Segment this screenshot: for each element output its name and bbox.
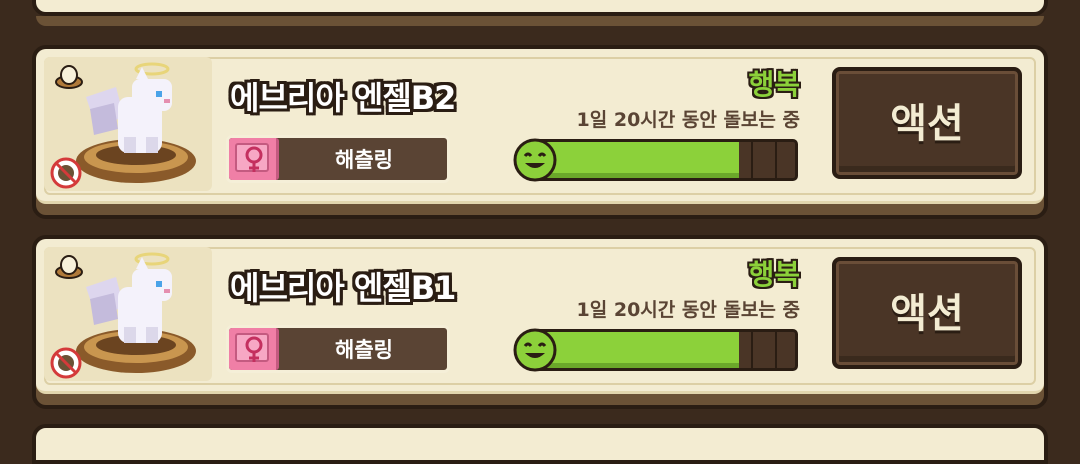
smile-icon bbox=[513, 328, 557, 372]
mood-label: 행복 bbox=[748, 68, 800, 101]
action-button-label: 액션 bbox=[890, 101, 964, 147]
pet-card: 에브리아 엔젤B1 해츨링 행복 1일 20시간 동안 돌보는 중 액션 bbox=[32, 235, 1048, 409]
action-button[interactable]: 액션 bbox=[832, 67, 1022, 179]
pet-portrait[interactable] bbox=[44, 57, 212, 191]
mood-bar-fill bbox=[529, 332, 740, 368]
female-icon bbox=[229, 328, 279, 370]
pet-portrait[interactable] bbox=[44, 247, 212, 381]
angel-pet-sprite bbox=[76, 62, 196, 183]
no-breeding-icon bbox=[50, 157, 82, 189]
growth-stage-badge: 해츨링 bbox=[226, 325, 450, 373]
egg-icon bbox=[55, 255, 83, 279]
mood-bar-tick bbox=[775, 332, 777, 368]
no-breeding-icon bbox=[50, 347, 82, 379]
growth-stage-label: 해츨링 bbox=[335, 338, 393, 362]
angel-pet-sprite bbox=[76, 252, 196, 373]
egg-icon bbox=[55, 65, 83, 89]
pet-card: 에브리아 엔젤B2 해츨링 행복 1일 20시간 동안 돌보는 중 액션 bbox=[32, 45, 1048, 219]
action-button-label: 액션 bbox=[890, 291, 964, 337]
next-pet-card-edge bbox=[32, 424, 1048, 464]
smile-icon bbox=[513, 138, 557, 182]
growth-stage-badge: 해츨링 bbox=[226, 135, 450, 183]
mood-bar bbox=[526, 329, 798, 371]
mood-bar bbox=[526, 139, 798, 181]
care-duration-text: 1일 20시간 동안 돌보는 중 bbox=[576, 109, 800, 131]
mood-label: 행복 bbox=[748, 258, 800, 291]
pet-name: 에브리아 엔젤B2 bbox=[230, 79, 456, 117]
mood-bar-tick bbox=[751, 332, 753, 368]
pet-name: 에브리아 엔젤B1 bbox=[230, 269, 456, 307]
female-icon bbox=[229, 138, 279, 180]
care-duration-text: 1일 20시간 동안 돌보는 중 bbox=[576, 299, 800, 321]
mood-bar-tick bbox=[751, 142, 753, 178]
growth-stage-label: 해츨링 bbox=[335, 148, 393, 172]
pet-card-face: 에브리아 엔젤B1 해츨링 행복 1일 20시간 동안 돌보는 중 액션 bbox=[36, 239, 1044, 394]
pet-card-face: 에브리아 엔젤B2 해츨링 행복 1일 20시간 동안 돌보는 중 액션 bbox=[36, 49, 1044, 204]
mood-bar-fill bbox=[529, 142, 740, 178]
mood-bar-tick bbox=[775, 142, 777, 178]
previous-pet-card-edge bbox=[32, 0, 1048, 26]
action-button[interactable]: 액션 bbox=[832, 257, 1022, 369]
